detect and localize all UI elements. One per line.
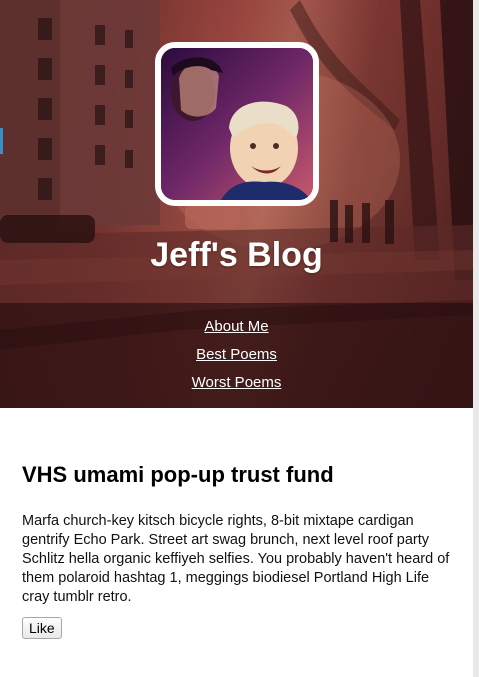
scrollbar[interactable] <box>473 0 479 677</box>
blog-title: Jeff's Blog <box>150 236 323 274</box>
hero-header: Jeff's Blog About Me Best Poems Worst Po… <box>0 0 473 408</box>
nav-item-about-me: About Me <box>0 315 473 343</box>
main-nav: About Me Best Poems Worst Poems <box>0 315 473 399</box>
nav-link-best-poems[interactable]: Best Poems <box>196 346 277 363</box>
post-body: Marfa church-key kitsch bicycle rights, … <box>22 513 450 605</box>
nav-item-worst-poems: Worst Poems <box>0 371 473 399</box>
nav-link-worst-poems[interactable]: Worst Poems <box>192 374 282 391</box>
avatar <box>155 42 319 206</box>
nav-item-best-poems: Best Poems <box>0 343 473 371</box>
nav-link-about-me[interactable]: About Me <box>204 318 268 335</box>
profile-photo-icon <box>161 48 313 200</box>
left-edge-marker <box>0 128 3 154</box>
post-content: VHS umami pop-up trust fund Marfa church… <box>22 458 452 639</box>
like-button[interactable]: Like <box>22 617 62 639</box>
page: Jeff's Blog About Me Best Poems Worst Po… <box>0 0 479 677</box>
post-title: VHS umami pop-up trust fund <box>22 462 334 487</box>
